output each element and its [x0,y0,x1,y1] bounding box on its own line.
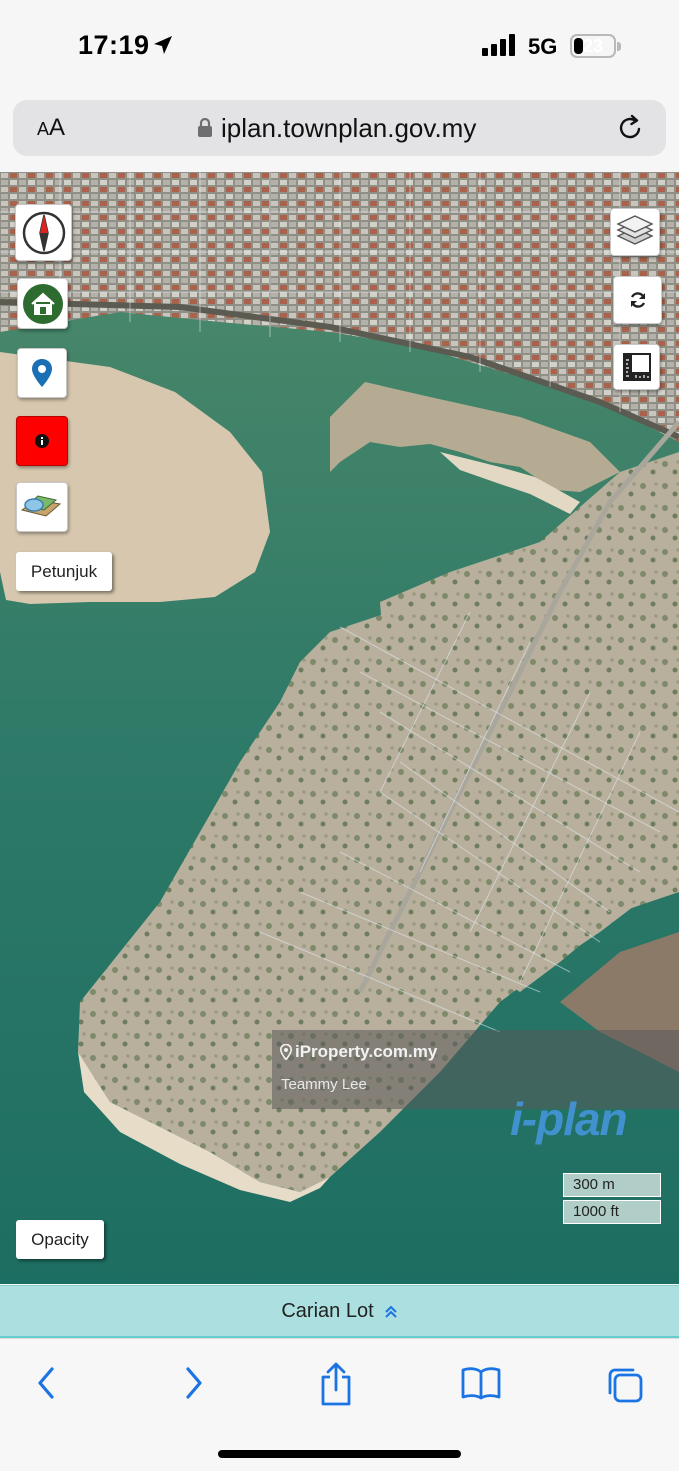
network-type: 5G [528,34,558,59]
home-button[interactable] [17,278,68,329]
opacity-button[interactable]: Opacity [16,1220,104,1259]
battery-cap [617,42,621,51]
pin-icon [280,1044,292,1060]
layers-button[interactable] [610,208,660,256]
address-bar[interactable]: AA iplan.townplan.gov.my [13,100,666,156]
location-pin-icon [32,359,52,387]
iplan-logo: i-plan [510,1093,628,1145]
refresh-icon [630,292,645,308]
measure-button[interactable] [613,344,660,390]
layers-icon [616,215,654,245]
forward-icon[interactable] [182,1363,206,1403]
scale-imperial: 1000 ft [563,1200,661,1224]
back-icon[interactable] [34,1363,58,1403]
watermark-user: Teammy Lee [281,1076,367,1093]
watermark-brand-text: iProperty.com.my [295,1042,438,1061]
compass-icon [22,211,65,254]
home-indicator[interactable] [218,1450,461,1458]
watermark-brand: iProperty.com.my [280,1042,437,1062]
chevron-up-double-icon [384,1305,397,1318]
lock-icon [198,118,212,137]
reload-icon[interactable] [617,113,645,143]
share-icon[interactable] [318,1361,354,1407]
signal-bars-icon [482,34,518,56]
status-bar: 17:19 5G 23 [0,0,679,92]
status-time: 17:19 [78,30,150,60]
opacity-label: Opacity [31,1229,89,1249]
battery-icon: 23 [570,34,616,58]
layers-map-icon [20,495,62,517]
text-size-button[interactable]: AA [37,114,65,142]
carian-lot-label: Carian Lot [281,1300,374,1322]
bookmarks-icon[interactable] [460,1365,502,1401]
info-icon [35,434,49,448]
url-text[interactable]: iplan.townplan.gov.my [221,113,476,144]
layer-map-button[interactable] [16,482,68,532]
battery-level: 23 [582,36,604,56]
compass-button[interactable] [15,204,72,261]
info-button[interactable] [16,416,68,466]
measure-icon [622,353,651,381]
scale-metric: 300 m [563,1173,661,1197]
tabs-icon[interactable] [605,1365,645,1405]
location-arrow-icon [154,36,172,54]
refresh-button[interactable] [613,276,662,324]
screen: 17:19 5G 23 AA iplan.townplan.gov.my Pet… [0,0,679,1471]
home-icon [22,283,63,324]
petunjuk-button[interactable]: Petunjuk [16,552,112,591]
petunjuk-label: Petunjuk [30,561,98,581]
my-location-button[interactable] [17,348,67,398]
carian-lot-panel-toggle[interactable]: Carian Lot [0,1285,679,1337]
